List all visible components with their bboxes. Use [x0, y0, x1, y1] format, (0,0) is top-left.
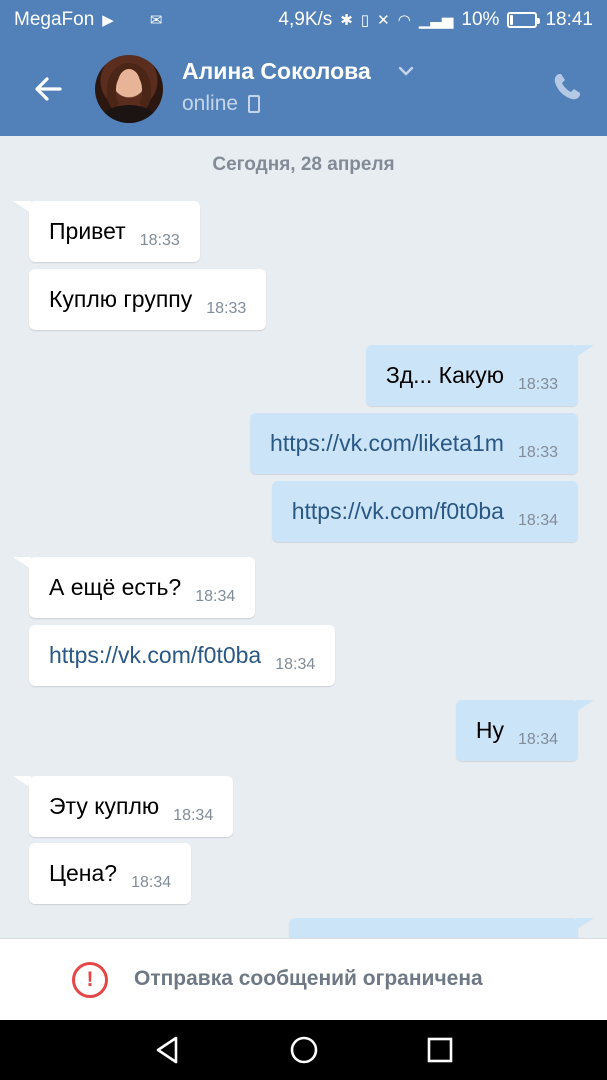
message-text: Зд... Какую [385, 362, 504, 388]
message-link[interactable]: https://vk.com/f0t0ba [49, 642, 261, 669]
message-bubble[interactable]: https://vk.com/liketa1m 18:33 [250, 413, 578, 474]
wifi-icon: ◠ [397, 11, 411, 29]
contact-name[interactable]: Алина Соколова [182, 58, 371, 85]
restriction-text: Отправка сообщений ограничена [134, 967, 483, 990]
presence-status: online [182, 92, 261, 116]
message-bubble[interactable]: Цена? 18:34 [29, 843, 192, 904]
date-separator: Сегодня, 28 апреля [212, 154, 395, 175]
message-bubble[interactable]: Куплю группу 18:33 [29, 269, 267, 330]
carrier-name: MegaFon [14, 9, 95, 30]
message-time: 18:33 [206, 299, 247, 317]
message-time: 18:34 [517, 730, 558, 748]
message-bubble[interactable]: Привет 18:33 [13, 201, 200, 262]
message-time: 18:34 [517, 511, 558, 529]
play-icon: ▶ [102, 11, 114, 29]
message-text: Ну [475, 717, 504, 743]
battery-percent: 10% [461, 9, 500, 30]
bluetooth-icon: ✱ [340, 11, 353, 29]
message-bubble[interactable]: Зд... Какую 18:33 [365, 345, 594, 406]
message-time: 18:33 [517, 443, 558, 461]
message-bubble[interactable]: Ну 18:34 [455, 700, 594, 761]
exclamation-circle-icon: ! [72, 962, 108, 998]
message-bubble[interactable]: https://vk.com/f0t0ba 18:34 [29, 625, 336, 686]
mobile-icon [248, 95, 261, 113]
message-time: 18:34 [173, 806, 214, 824]
recents-square-icon[interactable] [424, 1034, 456, 1066]
home-circle-icon[interactable] [288, 1034, 320, 1066]
back-triangle-icon[interactable] [152, 1034, 184, 1066]
message-time: 18:34 [131, 873, 172, 891]
avatar[interactable] [95, 55, 163, 123]
message-bubble[interactable]: Эту куплю 18:34 [13, 776, 234, 837]
chevron-down-icon[interactable] [398, 66, 414, 76]
mail-icon: ✉ [149, 11, 163, 29]
message-text: Привет [49, 218, 126, 244]
message-bubble[interactable]: https://vk.com/f0t0ba 18:34 [271, 481, 578, 542]
message-text: Куплю группу [49, 286, 193, 312]
message-time: 18:33 [517, 375, 558, 393]
chat-header: Алина Соколова online [0, 42, 607, 136]
messaging-restricted-bar: ! Отправка сообщений ограничена [0, 938, 607, 1020]
battery-icon [507, 12, 541, 28]
message-text: Цена? [49, 860, 118, 886]
back-arrow-icon[interactable] [26, 67, 70, 111]
system-nav-bar [0, 1020, 607, 1080]
clock: 18:41 [545, 9, 593, 30]
message-time: 18:34 [195, 587, 236, 605]
presence-label: online [182, 92, 239, 115]
message-link[interactable]: https://vk.com/liketa1m [270, 430, 504, 457]
mute-icon: ✕ [377, 11, 390, 29]
message-time: 18:33 [139, 231, 180, 249]
phone-icon[interactable] [550, 70, 584, 104]
status-bar: MegaFon ▶ ✉ 4,9K/s ✱ ▯ ✕ ◠ ▁▃▅ 10% 18:41 [0, 0, 607, 42]
message-text: А ещё есть? [49, 574, 182, 600]
vibrate-icon: ▯ [360, 11, 370, 29]
message-text: Эту куплю [49, 793, 160, 819]
message-time: 18:34 [275, 655, 316, 673]
message-link[interactable]: https://vk.com/f0t0ba [292, 498, 504, 525]
signal-icon: ▁▃▅ [418, 11, 454, 29]
network-speed: 4,9K/s [278, 9, 333, 30]
message-bubble[interactable]: А ещё есть? 18:34 [13, 557, 256, 618]
